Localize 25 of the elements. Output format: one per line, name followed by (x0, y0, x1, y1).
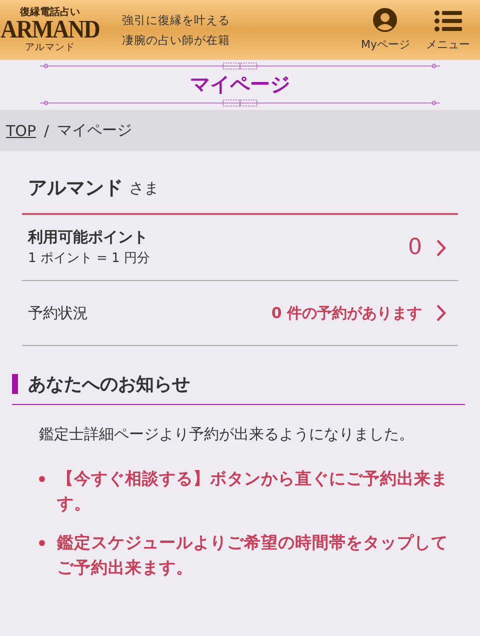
logo-wordmark[interactable]: ARMAND (0, 16, 100, 42)
notice-item: 【今すぐ相談する】ボタンから直ぐにご予約出来ます。 (57, 468, 449, 515)
tagline-text: 凄腕の占い師が在籍 (122, 32, 231, 49)
logo-caption: アルマンド (25, 42, 75, 52)
menu-icon (434, 10, 462, 32)
notice-text: 鑑定士詳細ページより予約が出来るようになりました。 (39, 425, 415, 444)
bullet-icon (39, 540, 45, 546)
honorific-text: さま (129, 178, 159, 198)
notice-item: 鑑定スケジュールよりご希望の時間帯をタップしてご予約出来ます。 (57, 532, 449, 579)
breadcrumb-separator: / (44, 122, 50, 140)
reservation-row[interactable]: 予約状況 0 件の予約があります (22, 281, 458, 346)
breadcrumb-current: マイページ (57, 121, 132, 140)
user-name: アルマンド (28, 176, 123, 201)
tagline-text: 強引に復縁を叶える (122, 12, 231, 29)
user-icon (373, 8, 398, 32)
logo-subtitle: 復縁電話占い (20, 8, 80, 18)
section-heading: あなたへのお知らせ (12, 372, 465, 405)
breadcrumb-link[interactable]: TOP (6, 122, 36, 140)
chevron-right-icon (436, 304, 446, 322)
bullet-icon (39, 476, 45, 482)
menu-button[interactable]: メニュー (426, 10, 470, 52)
page-title: マイページ (190, 71, 290, 98)
chevron-right-icon (436, 238, 446, 256)
points-row[interactable]: 利用可能ポイント 1 ポイント = 1 円分 0 (22, 215, 458, 281)
mypage-button[interactable]: Myページ (360, 8, 410, 52)
